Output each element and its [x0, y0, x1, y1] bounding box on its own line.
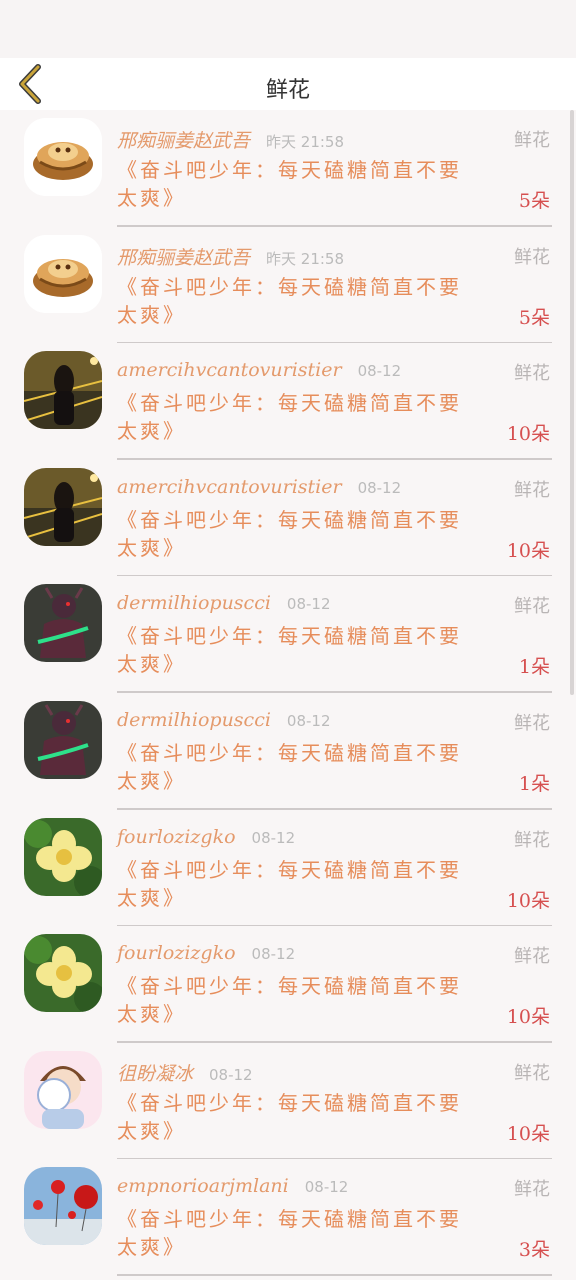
- avatar[interactable]: [24, 351, 102, 430]
- sender-name-text: dermilhiopuscci: [117, 708, 271, 731]
- avatar[interactable]: [24, 467, 102, 546]
- avatar[interactable]: [24, 817, 102, 896]
- list-item[interactable]: fourlozizgko 08-12 鲜花 《奋斗吧少年：每天磕糖简直不要太爽》 …: [0, 810, 576, 927]
- gift-type-label: 鲜花: [514, 596, 550, 618]
- sender-name: amercihvcantovuristier 08-12: [117, 476, 401, 498]
- list-item[interactable]: dermilhiopuscci 08-12 鲜花 《奋斗吧少年：每天磕糖简直不要太…: [0, 576, 576, 693]
- list-item[interactable]: amercihvcantovuristier 08-12 鲜花 《奋斗吧少年：每天…: [0, 460, 576, 577]
- status-bar: [0, 0, 576, 58]
- list-item[interactable]: dermilhiopuscci 08-12 鲜花 《奋斗吧少年：每天磕糖简直不要太…: [0, 693, 576, 810]
- gift-type-label: 鲜花: [514, 946, 550, 968]
- message-text: 《奋斗吧少年：每天磕糖简直不要太爽》: [117, 274, 462, 327]
- gift-count: 1朵: [518, 772, 550, 795]
- sender-name-text: fourlozizgko: [117, 942, 236, 965]
- avatar[interactable]: [24, 934, 102, 1013]
- sender-name: fourlozizgko 08-12: [117, 826, 295, 848]
- message-text: 《奋斗吧少年：每天磕糖简直不要太爽》: [117, 1090, 462, 1143]
- gift-type-label: 鲜花: [514, 1062, 550, 1084]
- timestamp: 08-12: [357, 362, 402, 381]
- list-item[interactable]: 邢痴骊姜赵武吾 昨天 21:58 鲜花 《奋斗吧少年：每天磕糖简直不要太爽》 5朵: [0, 227, 576, 344]
- gift-type-label: 鲜花: [514, 363, 550, 385]
- gift-type-label: 鲜花: [514, 479, 550, 501]
- sender-name-text: amercihvcantovuristier: [117, 359, 342, 382]
- gift-count: 5朵: [518, 306, 550, 329]
- divider: [117, 1274, 552, 1276]
- sender-name-text: empnorioarjmlani: [117, 1175, 289, 1198]
- gift-count: 10朵: [506, 539, 550, 562]
- timestamp: 08-12: [357, 478, 402, 497]
- timestamp: 08-12: [251, 828, 296, 847]
- message-text: 《奋斗吧少年：每天磕糖简直不要太爽》: [117, 740, 462, 793]
- scrollbar[interactable]: [570, 110, 574, 695]
- message-text: 《奋斗吧少年：每天磕糖简直不要太爽》: [117, 158, 462, 210]
- avatar[interactable]: [24, 1050, 102, 1129]
- sender-name-text: fourlozizgko: [117, 825, 236, 848]
- sender-name-text: 徂盼凝冰: [117, 1062, 194, 1085]
- message-text: 《奋斗吧少年：每天磕糖简直不要太爽》: [117, 1207, 462, 1260]
- list-item[interactable]: fourlozizgko 08-12 鲜花 《奋斗吧少年：每天磕糖简直不要太爽》 …: [0, 926, 576, 1043]
- message-text: 《奋斗吧少年：每天磕糖简直不要太爽》: [117, 624, 462, 677]
- sender-name: amercihvcantovuristier 08-12: [117, 359, 401, 381]
- gift-type-label: 鲜花: [514, 712, 550, 734]
- list-item[interactable]: 邢痴骊姜赵武吾 昨天 21:58 鲜花 《奋斗吧少年：每天磕糖简直不要太爽》 5朵: [0, 110, 576, 227]
- avatar[interactable]: [24, 234, 102, 313]
- sender-name: fourlozizgko 08-12: [117, 942, 295, 964]
- timestamp: 08-12: [286, 595, 331, 614]
- header: 鲜花: [0, 58, 576, 110]
- gift-count: 10朵: [506, 889, 550, 912]
- avatar[interactable]: [24, 1167, 102, 1246]
- gift-type-label: 鲜花: [514, 829, 550, 851]
- sender-name: 邢痴骊姜赵武吾 昨天 21:58: [117, 126, 344, 153]
- avatar[interactable]: [24, 584, 102, 663]
- timestamp: 08-12: [251, 945, 296, 964]
- sender-name: 徂盼凝冰 08-12: [117, 1059, 253, 1086]
- list-item[interactable]: empnorioarjmlani 08-12 鲜花 《奋斗吧少年：每天磕糖简直不要…: [0, 1159, 576, 1276]
- gift-type-label: 鲜花: [514, 130, 550, 151]
- sender-name-text: amercihvcantovuristier: [117, 475, 342, 498]
- gift-count: 10朵: [506, 1006, 550, 1029]
- gift-count: 10朵: [506, 423, 550, 446]
- gift-type-label: 鲜花: [514, 1179, 550, 1201]
- page-title: 鲜花: [265, 78, 310, 103]
- sender-name-text: 邢痴骊姜赵武吾: [117, 246, 251, 269]
- gift-count: 10朵: [506, 1122, 550, 1145]
- list-item[interactable]: 徂盼凝冰 08-12 鲜花 《奋斗吧少年：每天磕糖简直不要太爽》 10朵: [0, 1043, 576, 1160]
- message-text: 《奋斗吧少年：每天磕糖简直不要太爽》: [117, 974, 462, 1027]
- timestamp: 昨天 21:58: [266, 133, 345, 151]
- sender-name-text: 邢痴骊姜赵武吾: [117, 130, 251, 152]
- avatar[interactable]: [24, 118, 102, 196]
- gift-type-label: 鲜花: [514, 246, 550, 268]
- timestamp: 08-12: [304, 1178, 349, 1197]
- timestamp: 昨天 21:58: [266, 249, 345, 268]
- gift-count: 1朵: [518, 656, 550, 679]
- sender-name: empnorioarjmlani 08-12: [117, 1175, 348, 1197]
- gift-count: 3朵: [518, 1239, 550, 1262]
- gift-count: 5朵: [518, 190, 550, 212]
- message-text: 《奋斗吧少年：每天磕糖简直不要太爽》: [117, 391, 462, 444]
- message-text: 《奋斗吧少年：每天磕糖简直不要太爽》: [117, 857, 462, 910]
- sender-name-text: dermilhiopuscci: [117, 592, 271, 615]
- timestamp: 08-12: [209, 1065, 253, 1084]
- sender-name: dermilhiopuscci 08-12: [117, 592, 331, 614]
- sender-name: 邢痴骊姜赵武吾 昨天 21:58: [117, 243, 344, 270]
- message-text: 《奋斗吧少年：每天磕糖简直不要太爽》: [117, 507, 462, 560]
- flower-record-list[interactable]: 邢痴骊姜赵武吾 昨天 21:58 鲜花 《奋斗吧少年：每天磕糖简直不要太爽》 5朵…: [0, 110, 576, 1280]
- sender-name: dermilhiopuscci 08-12: [117, 709, 331, 731]
- list-item[interactable]: amercihvcantovuristier 08-12 鲜花 《奋斗吧少年：每天…: [0, 343, 576, 460]
- avatar[interactable]: [24, 700, 102, 779]
- timestamp: 08-12: [286, 711, 331, 730]
